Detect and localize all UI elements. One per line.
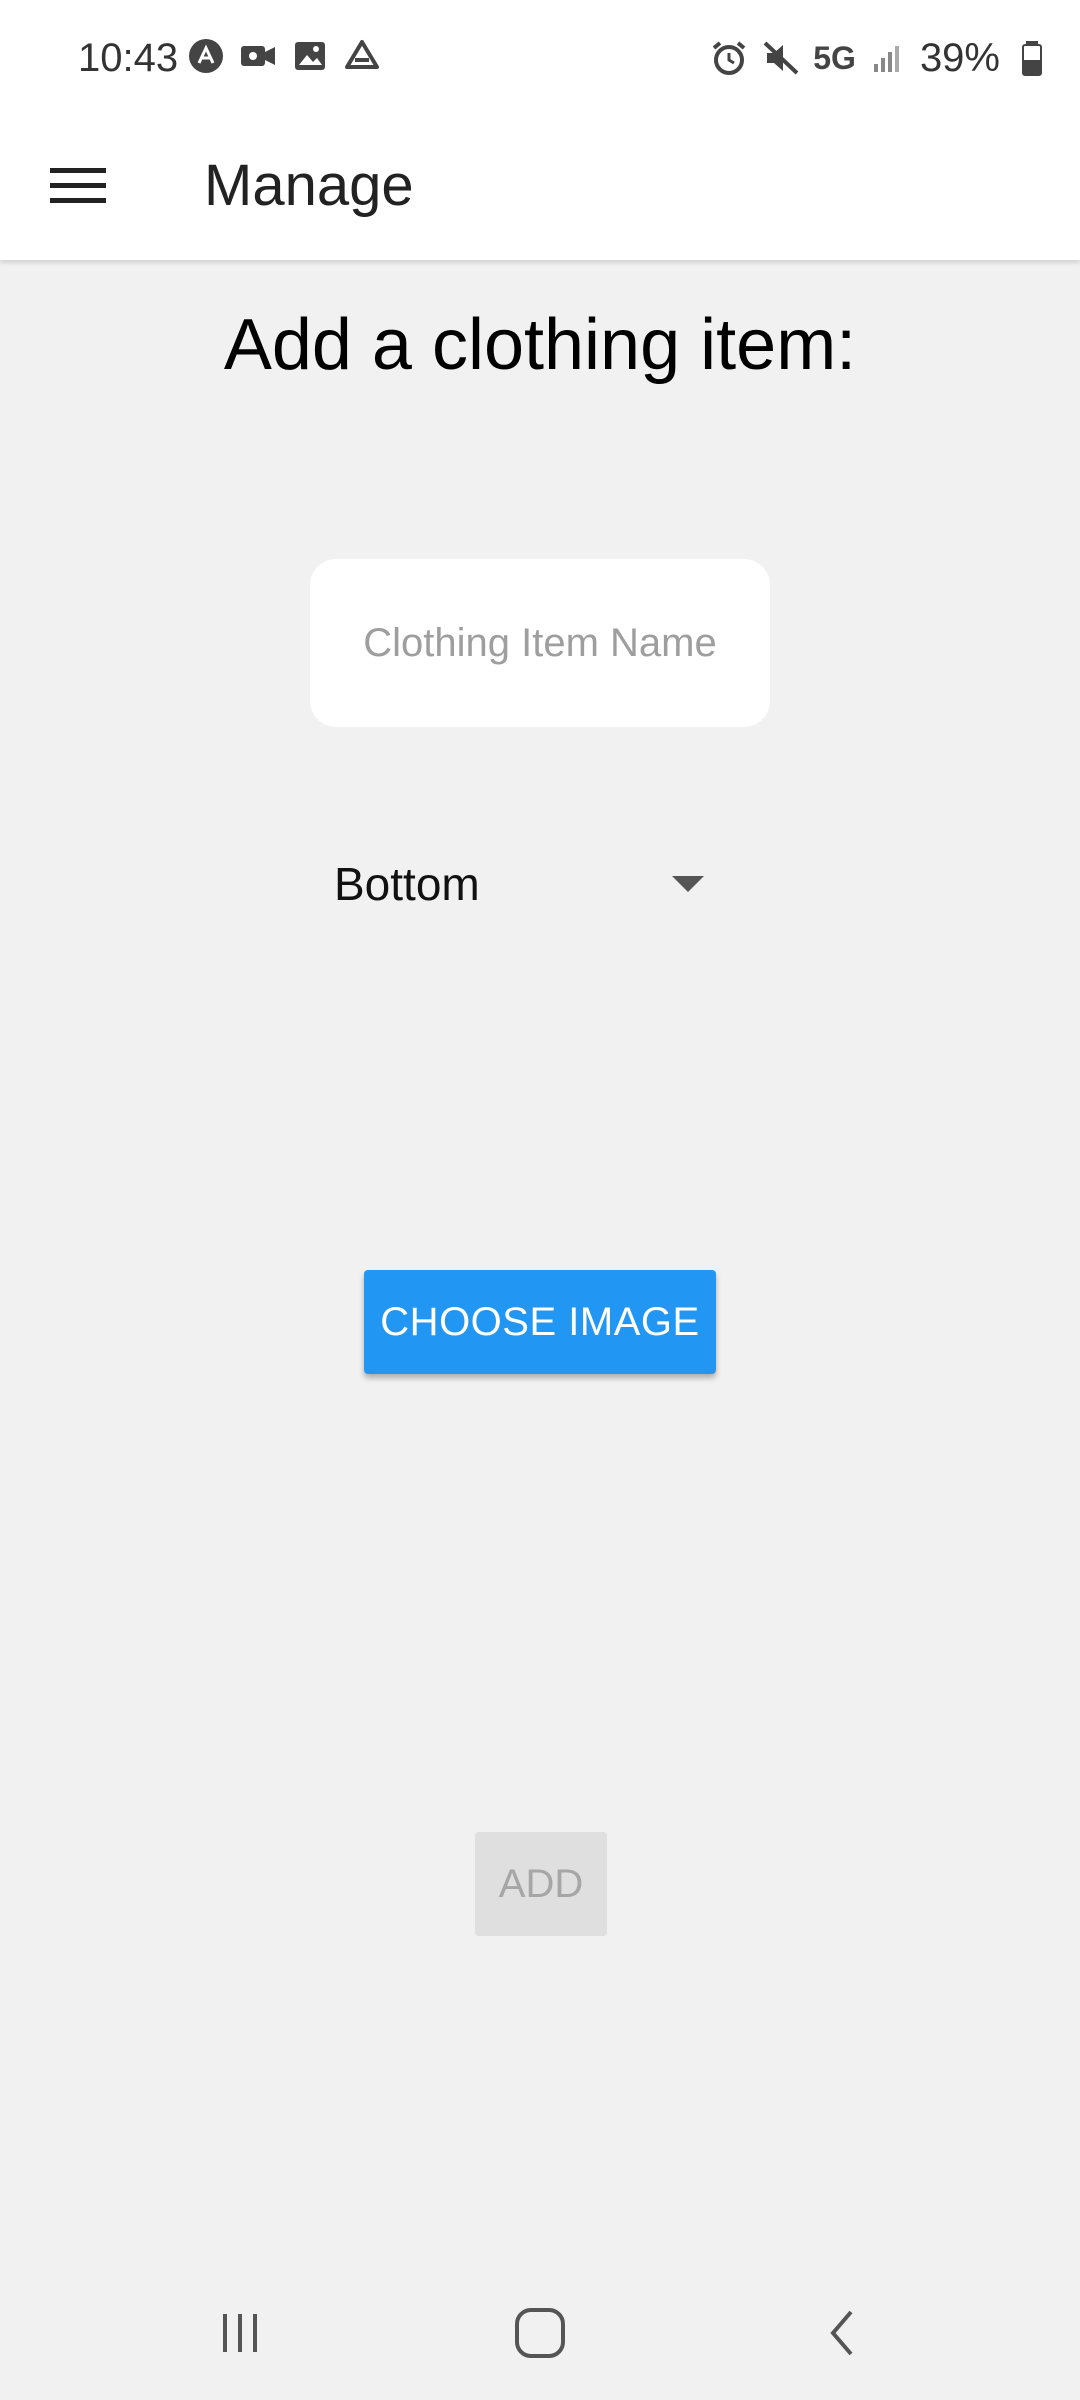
mute-icon xyxy=(761,38,801,78)
battery-icon xyxy=(1012,38,1052,78)
category-selected-value: Bottom xyxy=(334,858,480,910)
form-heading: Add a clothing item: xyxy=(223,305,857,385)
home-button[interactable] xyxy=(460,2270,620,2400)
app-icon xyxy=(186,36,226,76)
notification-icons xyxy=(186,36,382,80)
image-icon xyxy=(290,36,330,76)
app-bar: Manage xyxy=(0,110,1080,260)
status-time: 10:43 xyxy=(78,36,179,80)
category-dropdown[interactable]: Bottom xyxy=(334,844,714,924)
battery-percent: 39% xyxy=(919,35,1000,80)
video-icon xyxy=(238,36,278,76)
page-title: Manage xyxy=(204,153,414,218)
chevron-down-icon xyxy=(672,876,704,892)
add-button[interactable]: ADD xyxy=(475,1832,607,1936)
signal-icon xyxy=(868,38,908,78)
drive-icon xyxy=(342,36,382,76)
recent-apps-icon xyxy=(215,2308,265,2363)
status-bar: 10:43 5G 39% xyxy=(0,0,1080,110)
system-nav-bar xyxy=(0,2270,1080,2400)
back-button[interactable] xyxy=(764,2270,924,2400)
system-status: 5G 39% xyxy=(709,30,1052,86)
recent-apps-button[interactable] xyxy=(160,2270,320,2400)
choose-image-button[interactable]: CHOOSE IMAGE xyxy=(364,1270,716,1374)
back-icon xyxy=(819,2308,869,2363)
menu-button[interactable] xyxy=(40,150,116,226)
hamburger-menu-icon xyxy=(50,166,106,211)
network-type: 5G xyxy=(813,39,856,76)
clothing-item-name-input[interactable] xyxy=(310,559,770,727)
alarm-icon xyxy=(709,38,749,78)
home-icon xyxy=(513,2306,567,2365)
